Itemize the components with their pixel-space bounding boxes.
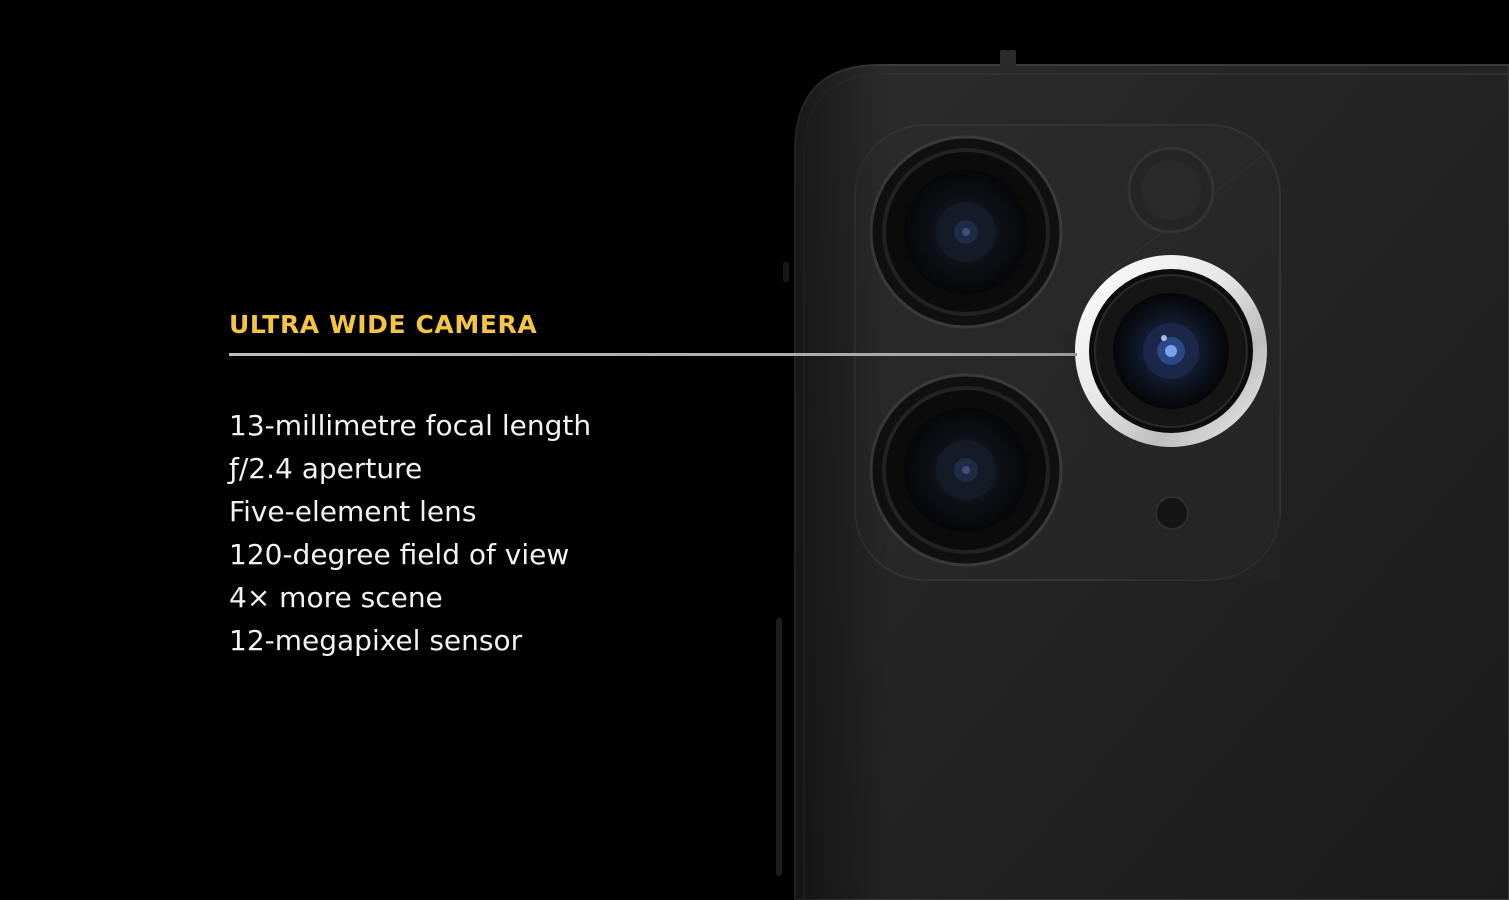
ultra-wide-lens-highlight [1075, 255, 1267, 447]
spec-item-field-of-view: 120-degree field of view [229, 538, 570, 571]
spec-item-scene: 4× more scene [229, 581, 443, 614]
feature-title: ULTRA WIDE CAMERA [229, 310, 538, 339]
wide-lens [869, 135, 1063, 329]
product-feature-section: ULTRA WIDE CAMERA 13-millimetre focal le… [0, 0, 1509, 900]
camera-callout: ULTRA WIDE CAMERA 13-millimetre focal le… [229, 308, 1089, 657]
telephoto-lens [869, 373, 1063, 567]
spec-list: 13-millimetre focal length ƒ/2.4 apertur… [229, 404, 591, 662]
flash [1127, 146, 1215, 234]
spec-item-sensor: 12-megapixel sensor [229, 624, 523, 657]
phone-camera-illustration [770, 0, 1509, 900]
spec-item-focal-length: 13-millimetre focal length [229, 409, 592, 442]
microphone-hole [1155, 496, 1189, 530]
spec-item-lens-elements: Five-element lens [229, 495, 477, 528]
spec-item-aperture: ƒ/2.4 aperture [229, 452, 423, 485]
callout-connector-line [229, 353, 1077, 356]
